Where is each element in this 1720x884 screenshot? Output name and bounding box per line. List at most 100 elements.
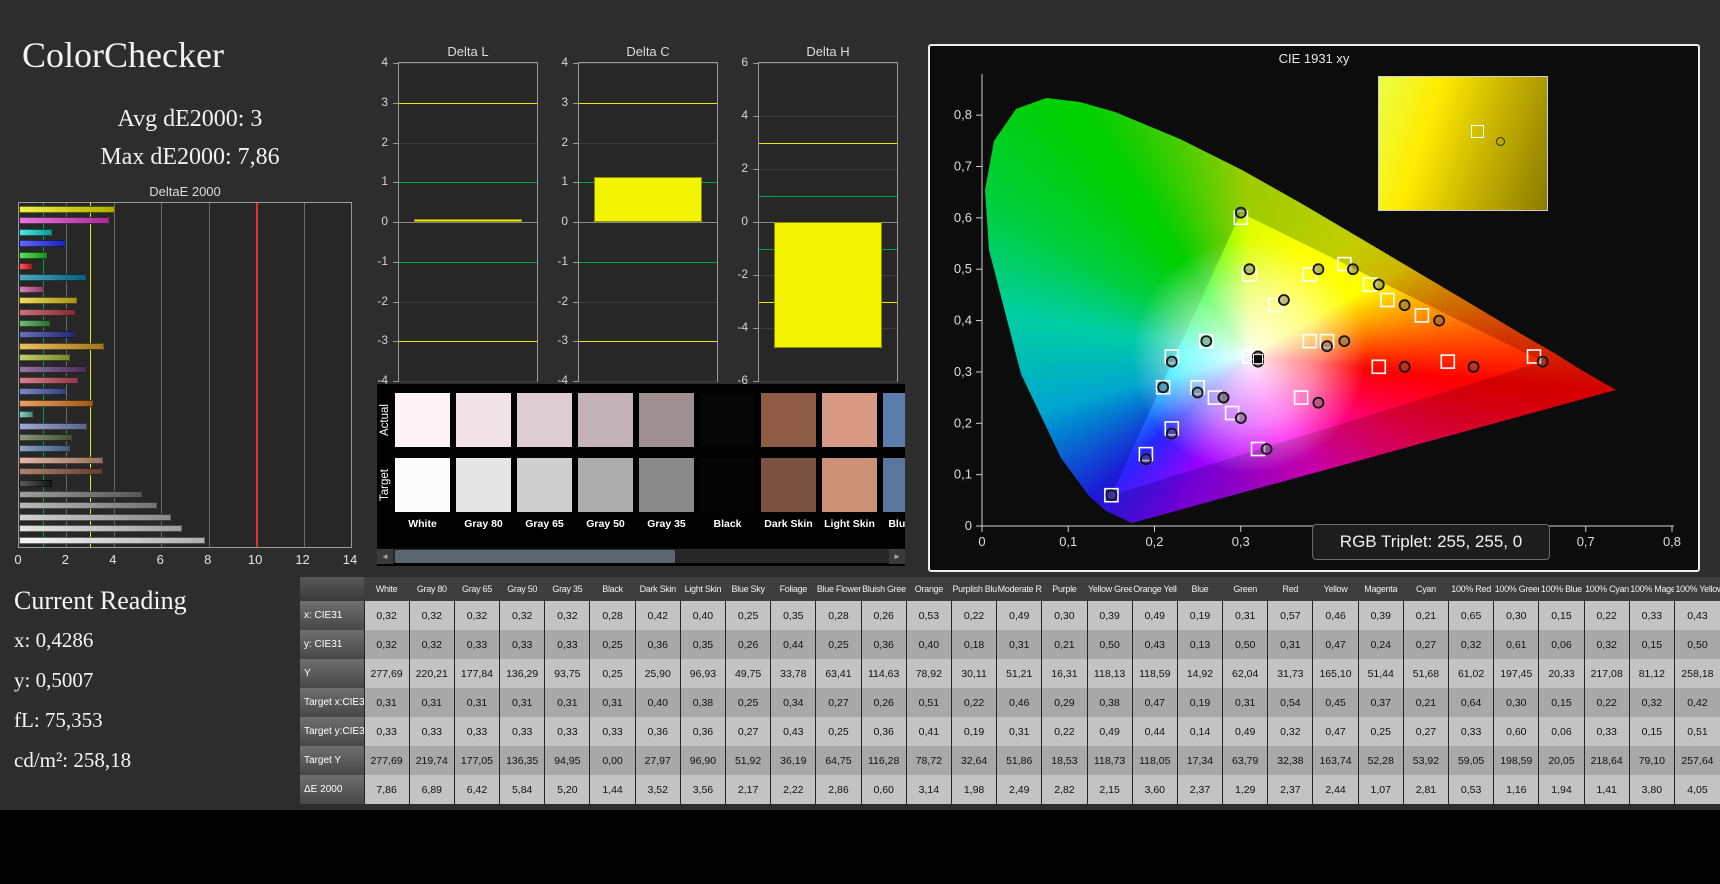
table-cell: 0,33 bbox=[499, 630, 545, 659]
y-tick-label: 2 bbox=[741, 161, 748, 175]
y-tick-label: -2 bbox=[737, 267, 748, 281]
table-cell: 0,36 bbox=[860, 717, 907, 746]
y-tick-label: 2 bbox=[381, 134, 388, 149]
column-header: 100% Yellow bbox=[1674, 577, 1720, 601]
deltae-bar-light-skin bbox=[19, 456, 104, 464]
table-cell: 0,49 bbox=[1131, 601, 1178, 630]
table-cell: 0,31 bbox=[453, 688, 500, 717]
table-cell: 0,43 bbox=[770, 717, 816, 746]
reading-y: y: 0,5007 bbox=[14, 668, 94, 692]
table-cell: 0,49 bbox=[996, 601, 1042, 630]
delta-l-plot bbox=[393, 62, 538, 382]
tick-mark bbox=[753, 116, 758, 117]
target-row-label: Target bbox=[379, 469, 391, 501]
deltae-bar-gray-80 bbox=[19, 525, 183, 533]
tick-mark bbox=[393, 182, 398, 184]
table-cell: 0,47 bbox=[1312, 630, 1359, 659]
table-cell: 0,28 bbox=[815, 601, 862, 630]
swatch-target-dark-skin bbox=[761, 458, 816, 512]
gridline bbox=[759, 116, 897, 117]
x-tick-label: 0,8 bbox=[1663, 534, 1681, 549]
deltae-bar-blue-flower bbox=[19, 422, 87, 430]
scrollbar-thumb[interactable] bbox=[395, 550, 675, 563]
tick-mark bbox=[393, 63, 398, 64]
table-cell: 277,69 bbox=[363, 746, 410, 775]
table-cell: 3,56 bbox=[679, 775, 726, 804]
y-tick-label: 0,5 bbox=[954, 261, 972, 276]
y-tick-label: 6 bbox=[741, 55, 748, 69]
table-cell: 93,75 bbox=[544, 659, 590, 688]
deltae-bar-gray-35 bbox=[19, 491, 143, 498]
column-header: Magenta bbox=[1358, 577, 1404, 601]
table-cell: 33,78 bbox=[770, 659, 816, 688]
current-reading: Current Reading x: 0,4286 y: 0,5007 fL: … bbox=[14, 586, 187, 788]
swatch-actual-gray-80 bbox=[456, 393, 511, 447]
table-cell: 0,33 bbox=[453, 630, 500, 659]
y-tick-label: -2 bbox=[557, 293, 568, 308]
column-header: Red bbox=[1267, 577, 1313, 601]
delta-l-panel: Delta L 4 3 2 1 0 -1 -2 -3 -4 bbox=[368, 44, 540, 406]
y-tick-label: 0,3 bbox=[954, 364, 972, 379]
scroll-right-arrow-icon[interactable]: ► bbox=[889, 549, 905, 564]
delta-l-y-axis: 4 3 2 1 0 -1 -2 -3 -4 bbox=[368, 55, 394, 387]
rgb-triplet-badge: RGB Triplet: 255, 255, 0 bbox=[1312, 524, 1550, 560]
table-cell: 52,28 bbox=[1357, 746, 1404, 775]
column-header: Purple bbox=[1041, 577, 1087, 601]
y-tick-label: -2 bbox=[377, 293, 388, 308]
deltae-bar-yellow bbox=[19, 297, 77, 305]
delta-h-title: Delta H bbox=[806, 44, 850, 59]
reading-fl: fL: 75,353 bbox=[14, 708, 103, 732]
measured-marker-100-blue bbox=[1105, 489, 1118, 502]
table-cell: 14,92 bbox=[1176, 659, 1223, 688]
table-cell: 0,25 bbox=[589, 659, 636, 688]
table-cell: 32,38 bbox=[1267, 746, 1313, 775]
ref-line bbox=[399, 261, 537, 263]
table-cell: 4,05 bbox=[1673, 775, 1720, 804]
zero-line bbox=[579, 222, 717, 223]
table-cell: 0,30 bbox=[1493, 688, 1539, 717]
table-cell: 0,33 bbox=[363, 717, 410, 746]
table-cell: 51,92 bbox=[724, 746, 771, 775]
deltae-bar-dark-skin bbox=[19, 468, 103, 476]
table-cell: 218,64 bbox=[1583, 746, 1630, 775]
deltae-bar-100-cyan bbox=[19, 228, 53, 236]
table-cell: 0,32 bbox=[499, 601, 545, 630]
tick-mark bbox=[393, 301, 398, 303]
swatch-label: Black bbox=[713, 518, 742, 530]
gridline bbox=[579, 301, 717, 303]
table-cell: 0,25 bbox=[815, 630, 862, 659]
table-cell: 0,31 bbox=[363, 688, 410, 717]
swatch-label: White bbox=[408, 518, 437, 530]
table-cell: 0,41 bbox=[905, 717, 952, 746]
current-reading-title: Current Reading bbox=[14, 586, 187, 615]
table-cell: 31,73 bbox=[1267, 659, 1313, 688]
gridline bbox=[579, 63, 717, 64]
target-marker-red bbox=[1440, 354, 1456, 369]
table-cell: 0,19 bbox=[1176, 601, 1223, 630]
table-cell: 277,69 bbox=[363, 659, 410, 688]
cie-title: CIE 1931 xy bbox=[1278, 51, 1350, 66]
deltae-bar-100-red bbox=[19, 263, 32, 270]
table-cell: 0,28 bbox=[589, 601, 636, 630]
table-cell: 2,82 bbox=[1041, 775, 1087, 804]
delta-bar bbox=[414, 218, 522, 222]
table-cell: 0,50 bbox=[1673, 630, 1720, 659]
gridline bbox=[208, 203, 210, 547]
table-cell: 0,57 bbox=[1267, 601, 1313, 630]
table-cell: 0,32 bbox=[363, 601, 410, 630]
table-cell: 0,31 bbox=[1222, 601, 1268, 630]
deltae-bar-100-magenta bbox=[19, 217, 110, 225]
swatch-scrollbar[interactable]: ◄ ► bbox=[377, 548, 905, 564]
table-cell: 20,33 bbox=[1538, 659, 1585, 688]
y-tick-label: 0,4 bbox=[954, 313, 972, 328]
table-cell: 0,15 bbox=[1538, 688, 1585, 717]
table-cell: 96,93 bbox=[679, 659, 726, 688]
table-row: Target y:CIE31 0,33 0,33 0,33 0,33 0,33 0,33 0,… bbox=[300, 717, 1720, 746]
column-header: Yellow Green bbox=[1087, 577, 1133, 601]
x-tick-label: 0,7 bbox=[1577, 534, 1595, 549]
measured-marker-red bbox=[1467, 360, 1480, 373]
table-cell: 2,17 bbox=[724, 775, 771, 804]
patch-color-inset bbox=[1378, 76, 1548, 211]
table-cell: 118,13 bbox=[1086, 659, 1133, 688]
scroll-left-arrow-icon[interactable]: ◄ bbox=[377, 549, 393, 564]
